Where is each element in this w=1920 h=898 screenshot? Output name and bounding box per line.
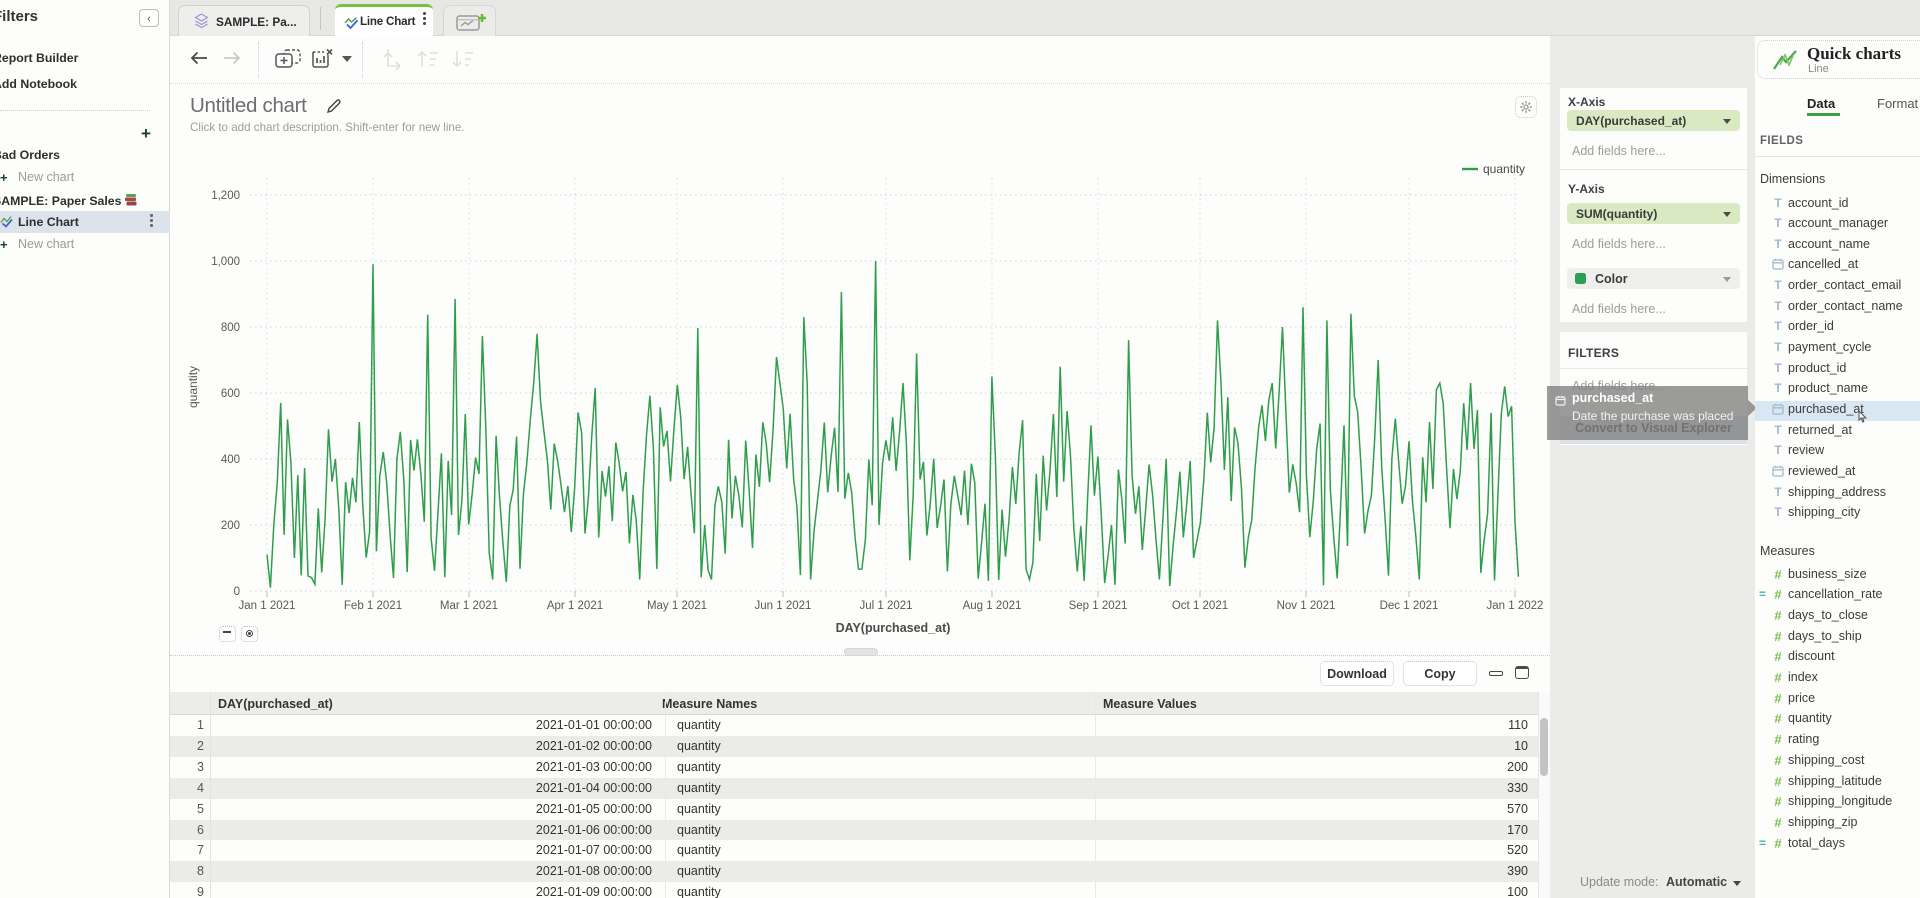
svg-text:200: 200 <box>221 520 240 532</box>
svg-text:Jun 1 2021: Jun 1 2021 <box>755 600 812 612</box>
svg-text:1,200: 1,200 <box>211 190 240 202</box>
svg-text:quantity: quantity <box>186 366 200 408</box>
svg-text:Aug 1 2021: Aug 1 2021 <box>963 600 1022 612</box>
svg-text:800: 800 <box>221 322 240 334</box>
svg-text:400: 400 <box>221 454 240 466</box>
svg-text:Sep 1 2021: Sep 1 2021 <box>1069 600 1128 612</box>
svg-text:Jan 1 2022: Jan 1 2022 <box>1487 600 1544 612</box>
svg-text:1,000: 1,000 <box>211 256 240 268</box>
svg-text:Mar 1 2021: Mar 1 2021 <box>440 600 498 612</box>
svg-text:600: 600 <box>221 388 240 400</box>
svg-text:Feb 1 2021: Feb 1 2021 <box>344 600 402 612</box>
svg-text:May 1 2021: May 1 2021 <box>647 600 707 612</box>
svg-text:DAY(purchased_at): DAY(purchased_at) <box>836 621 951 635</box>
svg-text:Jan 1 2021: Jan 1 2021 <box>239 600 296 612</box>
svg-text:Nov 1 2021: Nov 1 2021 <box>1277 600 1336 612</box>
svg-text:Dec 1 2021: Dec 1 2021 <box>1380 600 1439 612</box>
svg-text:quantity: quantity <box>1483 162 1525 176</box>
svg-text:0: 0 <box>234 586 240 598</box>
svg-text:Apr 1 2021: Apr 1 2021 <box>547 600 603 612</box>
svg-text:Jul 1 2021: Jul 1 2021 <box>859 600 912 612</box>
svg-text:Oct 1 2021: Oct 1 2021 <box>1172 600 1228 612</box>
